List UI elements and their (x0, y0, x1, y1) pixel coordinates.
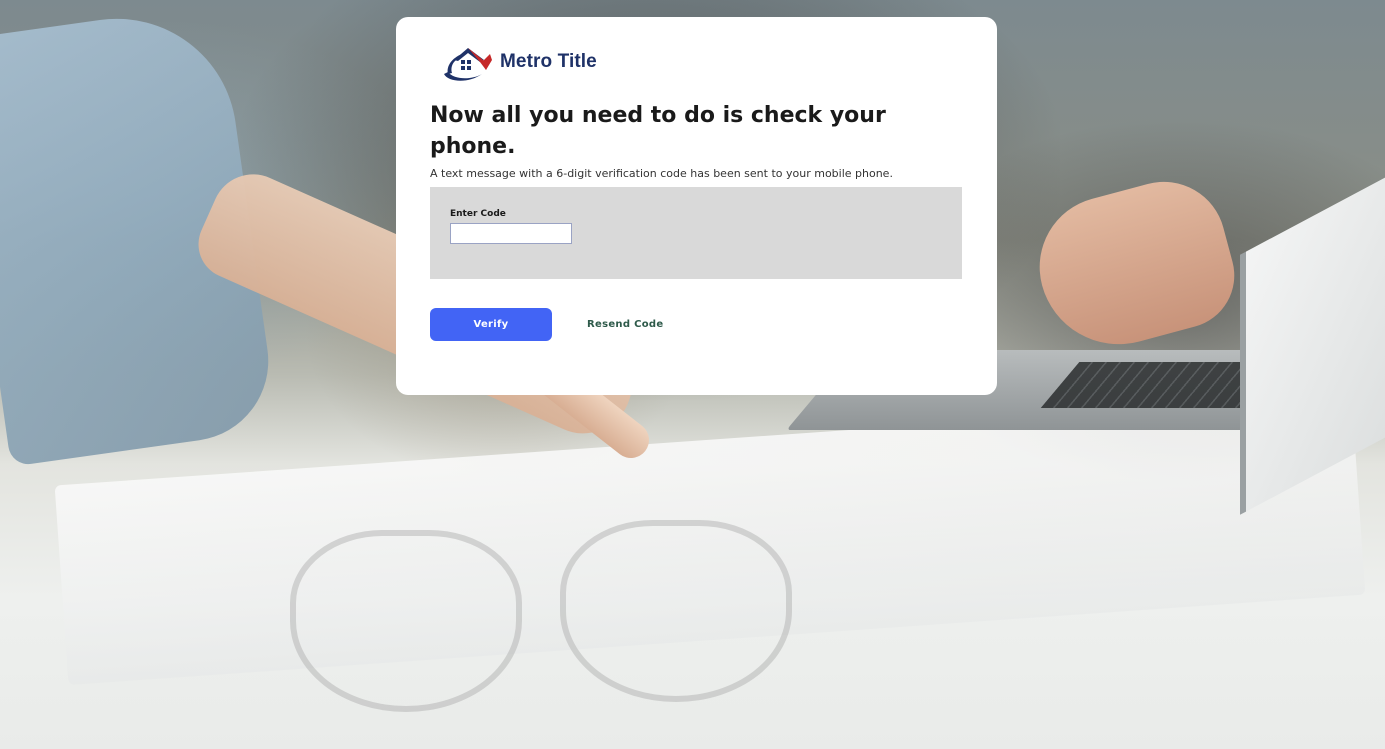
background-glasses-left (290, 530, 522, 712)
page-title: Now all you need to do is check your pho… (430, 103, 886, 159)
brand-name: Metro Title (500, 51, 597, 72)
background-laptop-screen (1240, 145, 1385, 515)
code-entry-panel: Enter Code (430, 187, 962, 279)
brand-logo: Metro Title (438, 40, 963, 84)
verification-card: Metro Title Now all you need to do is ch… (396, 17, 997, 395)
verification-code-input[interactable] (450, 223, 572, 244)
instruction-text: A text message with a 6-digit verificati… (430, 167, 893, 180)
background-glasses-right (560, 520, 792, 702)
code-field-label: Enter Code (450, 209, 506, 219)
verify-button[interactable]: Verify (430, 308, 552, 341)
house-swoosh-icon (444, 48, 492, 81)
resend-code-link[interactable]: Resend Code (587, 319, 663, 330)
action-row: Verify Resend Code (430, 308, 963, 341)
